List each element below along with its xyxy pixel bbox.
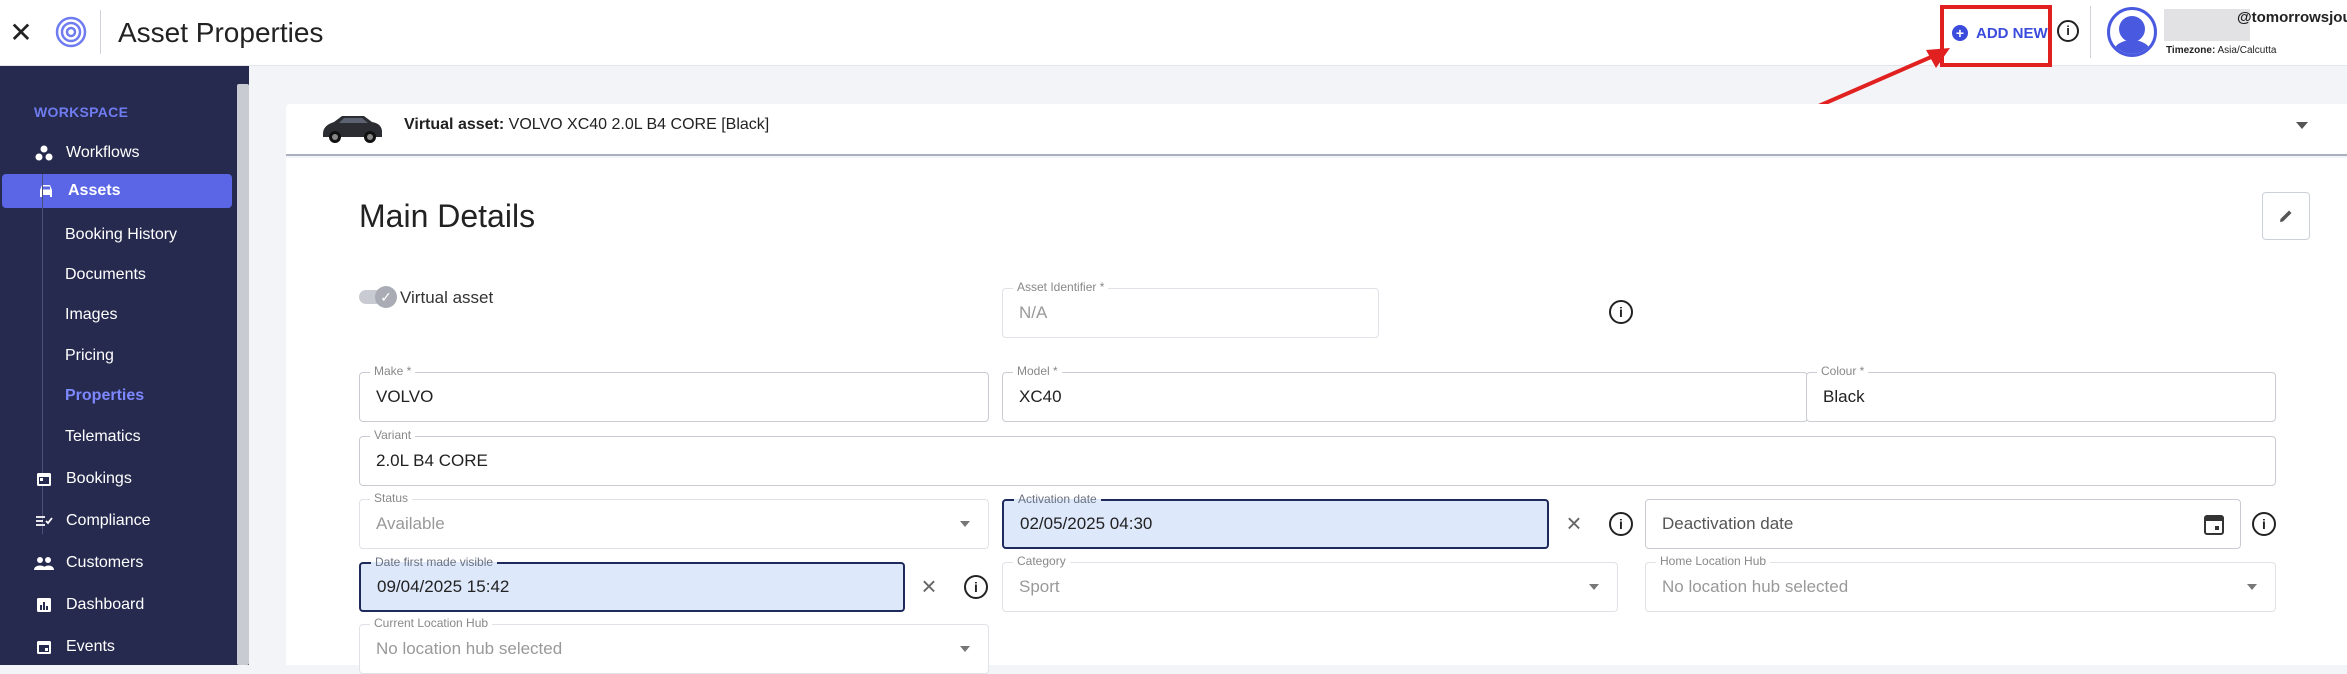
sidebar-item-bookings[interactable]: Bookings bbox=[0, 462, 232, 496]
variant-field[interactable]: Variant 2.0L B4 CORE bbox=[359, 428, 2276, 486]
chevron-down-icon bbox=[2247, 584, 2257, 590]
sidebar-item-label: Bookings bbox=[66, 470, 132, 487]
asset-summary-banner[interactable]: Virtual asset: VOLVO XC40 2.0L B4 CORE [… bbox=[286, 104, 2347, 156]
clear-icon[interactable]: × bbox=[1563, 510, 1585, 536]
sidebar-subitem-documents[interactable]: Documents bbox=[65, 266, 146, 284]
top-bar: ✕ Asset Properties + ADD NEW i @tomorrow… bbox=[0, 0, 2347, 67]
compliance-icon bbox=[34, 511, 54, 531]
header-divider-right bbox=[2090, 6, 2091, 58]
sidebar-item-workflows[interactable]: Workflows bbox=[0, 136, 232, 170]
sidebar-item-label: Dashboard bbox=[66, 596, 145, 613]
current-location-hub-select: Current Location Hub No location hub sel… bbox=[359, 616, 989, 674]
pencil-icon bbox=[2280, 210, 2292, 222]
avatar[interactable] bbox=[2107, 7, 2157, 57]
virtual-asset-toggle[interactable]: ✓ bbox=[359, 286, 397, 308]
sidebar-item-compliance[interactable]: Compliance bbox=[0, 504, 232, 538]
sidebar-item-events[interactable]: Events bbox=[0, 630, 232, 664]
plus-circle-icon: + bbox=[1952, 25, 1968, 41]
dashboard-icon bbox=[34, 595, 54, 615]
deactivation-date-field[interactable]: Deactivation date bbox=[1645, 499, 2241, 549]
check-icon: ✓ bbox=[375, 286, 397, 308]
make-field[interactable]: Make * VOLVO bbox=[359, 364, 989, 422]
chevron-down-icon bbox=[960, 646, 970, 652]
sidebar-item-label: Workflows bbox=[66, 144, 140, 161]
sidebar-scrollbar[interactable] bbox=[237, 84, 249, 665]
date-first-visible-field[interactable]: Date first made visible 09/04/2025 15:42 bbox=[359, 555, 905, 612]
sidebar-subitem-images[interactable]: Images bbox=[65, 306, 117, 324]
avatar-head-shape bbox=[2119, 16, 2145, 42]
add-new-label: ADD NEW bbox=[1976, 24, 2048, 42]
home-location-hub-select: Home Location Hub No location hub select… bbox=[1645, 554, 2276, 612]
car-thumbnail-icon bbox=[323, 116, 382, 143]
colour-field[interactable]: Colour * Black bbox=[1806, 364, 2276, 422]
avatar-body-shape bbox=[2113, 40, 2151, 54]
sidebar-section-label: WORKSPACE bbox=[34, 104, 129, 120]
model-field[interactable]: Model * XC40 bbox=[1002, 364, 1808, 422]
sidebar-subitem-telematics[interactable]: Telematics bbox=[65, 428, 141, 446]
sidebar-item-label: Customers bbox=[66, 554, 144, 571]
sidebar-item-label: Events bbox=[66, 638, 115, 655]
sidebar-item-label: Assets bbox=[68, 182, 121, 199]
info-icon[interactable]: i bbox=[1609, 300, 1633, 324]
calendar-event-icon bbox=[34, 637, 54, 657]
app-logo-icon bbox=[55, 16, 87, 48]
chevron-down-icon bbox=[1589, 584, 1599, 590]
user-handle: @tomorrowsjourn bbox=[2237, 9, 2347, 26]
sidebar-item-customers[interactable]: Customers bbox=[0, 546, 232, 580]
sidebar: WORKSPACE Workflows Assets Booking Histo… bbox=[0, 66, 249, 665]
main-details-card: Main Details ✓ Virtual asset Asset Ident… bbox=[286, 158, 2347, 674]
status-select: Status Available bbox=[359, 491, 989, 549]
timezone-text: Timezone: Asia/Calcutta bbox=[2166, 45, 2277, 56]
clear-icon[interactable]: × bbox=[918, 573, 940, 599]
header-divider bbox=[100, 10, 101, 54]
banner-text: Virtual asset: VOLVO XC40 2.0L B4 CORE [… bbox=[404, 116, 770, 133]
sidebar-item-assets[interactable]: Assets bbox=[2, 174, 232, 208]
people-icon bbox=[34, 553, 54, 573]
info-icon[interactable]: i bbox=[2057, 20, 2079, 42]
calendar-icon[interactable] bbox=[2204, 513, 2224, 535]
chevron-down-icon bbox=[960, 521, 970, 527]
asset-identifier-field: Asset Identifier * N/A bbox=[1002, 280, 1379, 338]
sidebar-subitem-pricing[interactable]: Pricing bbox=[65, 347, 114, 365]
category-select: Category Sport bbox=[1002, 554, 1618, 612]
workflow-icon bbox=[34, 143, 54, 163]
activation-date-field[interactable]: Activation date 02/05/2025 04:30 bbox=[1002, 492, 1549, 549]
sidebar-subitem-properties[interactable]: Properties bbox=[65, 387, 144, 405]
info-icon[interactable]: i bbox=[1609, 512, 1633, 536]
calendar-icon bbox=[34, 469, 54, 489]
page-title: Asset Properties bbox=[118, 17, 324, 48]
info-icon[interactable]: i bbox=[964, 575, 988, 599]
sidebar-subitem-booking-history[interactable]: Booking History bbox=[65, 226, 177, 244]
section-title: Main Details bbox=[359, 198, 536, 234]
close-icon[interactable]: ✕ bbox=[8, 16, 34, 50]
chevron-down-icon[interactable] bbox=[2296, 122, 2308, 129]
add-new-button[interactable]: + ADD NEW bbox=[1952, 22, 2048, 44]
car-icon bbox=[36, 181, 56, 201]
sidebar-item-dashboard[interactable]: Dashboard bbox=[0, 588, 232, 622]
edit-button[interactable] bbox=[2262, 192, 2310, 240]
sidebar-item-label: Compliance bbox=[66, 512, 151, 529]
virtual-asset-label: Virtual asset bbox=[400, 288, 494, 307]
info-icon[interactable]: i bbox=[2252, 512, 2276, 536]
